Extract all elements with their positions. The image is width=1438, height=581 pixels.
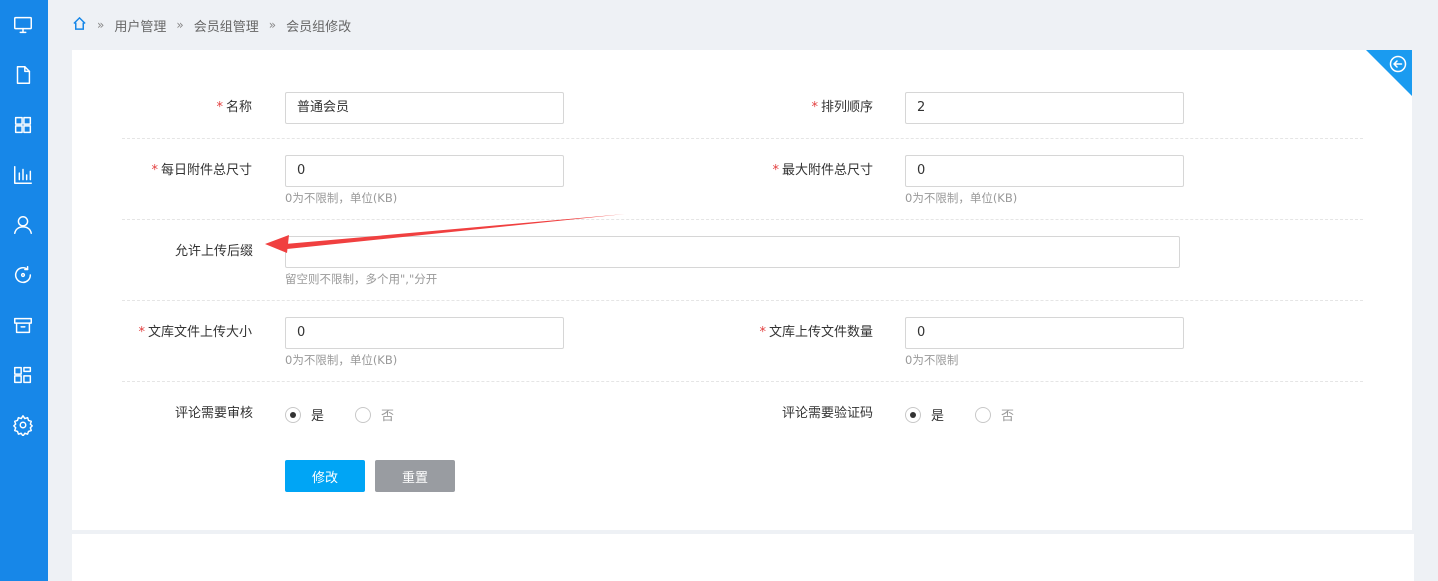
lib-size-label: * 文库文件上传大小 [112,317,252,349]
back-arrow-icon [1366,50,1412,96]
order-label: * 排列顺序 [733,92,873,124]
suffix-label: 允许上传后缀 [174,244,253,259]
suffix-input[interactable] [285,236,1180,268]
user-icon[interactable] [11,213,35,237]
lib-size-hint: 0为不限制，单位(KB) [285,353,398,367]
lib-count-hint: 0为不限制 [905,353,959,367]
name-label-text: 名称 [225,100,252,115]
sidebar [0,0,48,581]
radio-label-no: 否 [1001,409,1015,424]
breadcrumb-group-management[interactable]: 会员组管理 [194,16,259,35]
required-mark: * [759,325,766,340]
back-corner[interactable] [1366,50,1412,96]
submit-button[interactable]: 修改 [285,460,365,492]
monitor-icon[interactable] [11,13,35,37]
breadcrumb-separator: » [97,18,105,32]
refresh-icon[interactable] [11,263,35,287]
file-icon[interactable] [11,63,35,87]
radio-circle[interactable] [285,406,301,423]
grid-icon[interactable] [11,113,35,137]
radio-label-yes: 是 [931,409,945,424]
form-panel: * 名称 普通会员 * 排列顺序 2 * 每日附件总尺寸 0 0为不限制，单位(KB)… [72,50,1412,530]
lib-count-label-text: 文库上传文件数量 [768,325,873,340]
comment-review-no-radio[interactable]: 否 [355,405,394,424]
comment-captcha-yes-radio[interactable]: 是 [905,405,944,424]
archive-icon[interactable] [11,313,35,337]
lib-count-input[interactable]: 0 [905,317,1184,349]
max-attach-input[interactable]: 0 [905,155,1184,187]
daily-attach-input[interactable]: 0 [285,155,564,187]
breadcrumb-separator: » [268,18,277,32]
required-mark: * [138,325,145,340]
comment-review-label: 评论需要审核 [174,406,253,421]
name-input[interactable]: 普通会员 [285,92,564,124]
max-attach-label-text: 最大附件总尺寸 [781,163,873,178]
required-mark: * [772,163,779,178]
breadcrumb-separator: » [176,18,184,32]
comment-captcha-label: 评论需要验证码 [781,406,873,421]
radio-circle[interactable] [905,406,921,423]
required-mark: * [811,100,818,115]
required-mark: * [151,163,158,178]
order-input[interactable]: 2 [905,92,1184,124]
comment-review-yes-radio[interactable]: 是 [285,405,324,424]
daily-attach-label-text: 每日附件总尺寸 [160,163,252,178]
breadcrumb-current: 会员组修改 [286,19,352,35]
radio-label-yes: 是 [311,409,325,424]
daily-attach-label: * 每日附件总尺寸 [112,155,252,187]
radio-circle[interactable] [355,406,371,423]
max-attach-label: * 最大附件总尺寸 [733,155,873,187]
home-icon[interactable] [72,16,87,35]
suffix-hint: 留空则不限制，多个用","分开 [285,272,438,286]
lower-panel [72,534,1414,581]
lib-size-input[interactable]: 0 [285,317,564,349]
breadcrumb-user-management[interactable]: 用户管理 [114,16,166,35]
daily-attach-hint: 0为不限制，单位(KB) [285,191,398,205]
comment-captcha-no-radio[interactable]: 否 [975,405,1014,424]
modules-icon[interactable] [11,363,35,387]
radio-circle[interactable] [975,406,991,423]
max-attach-hint: 0为不限制，单位(KB) [905,191,1018,205]
breadcrumb: » 用户管理 » 会员组管理 » 会员组修改 [72,14,351,36]
name-label: * 名称 [112,92,252,124]
radio-label-no: 否 [381,409,395,424]
order-label-text: 排列顺序 [820,100,873,115]
reset-button[interactable]: 重置 [375,460,455,492]
required-mark: * [216,100,223,115]
lib-count-label: * 文库上传文件数量 [733,317,873,349]
bar-chart-icon[interactable] [11,163,35,187]
lib-size-label-text: 文库文件上传大小 [147,325,252,340]
gear-icon[interactable] [11,413,35,437]
